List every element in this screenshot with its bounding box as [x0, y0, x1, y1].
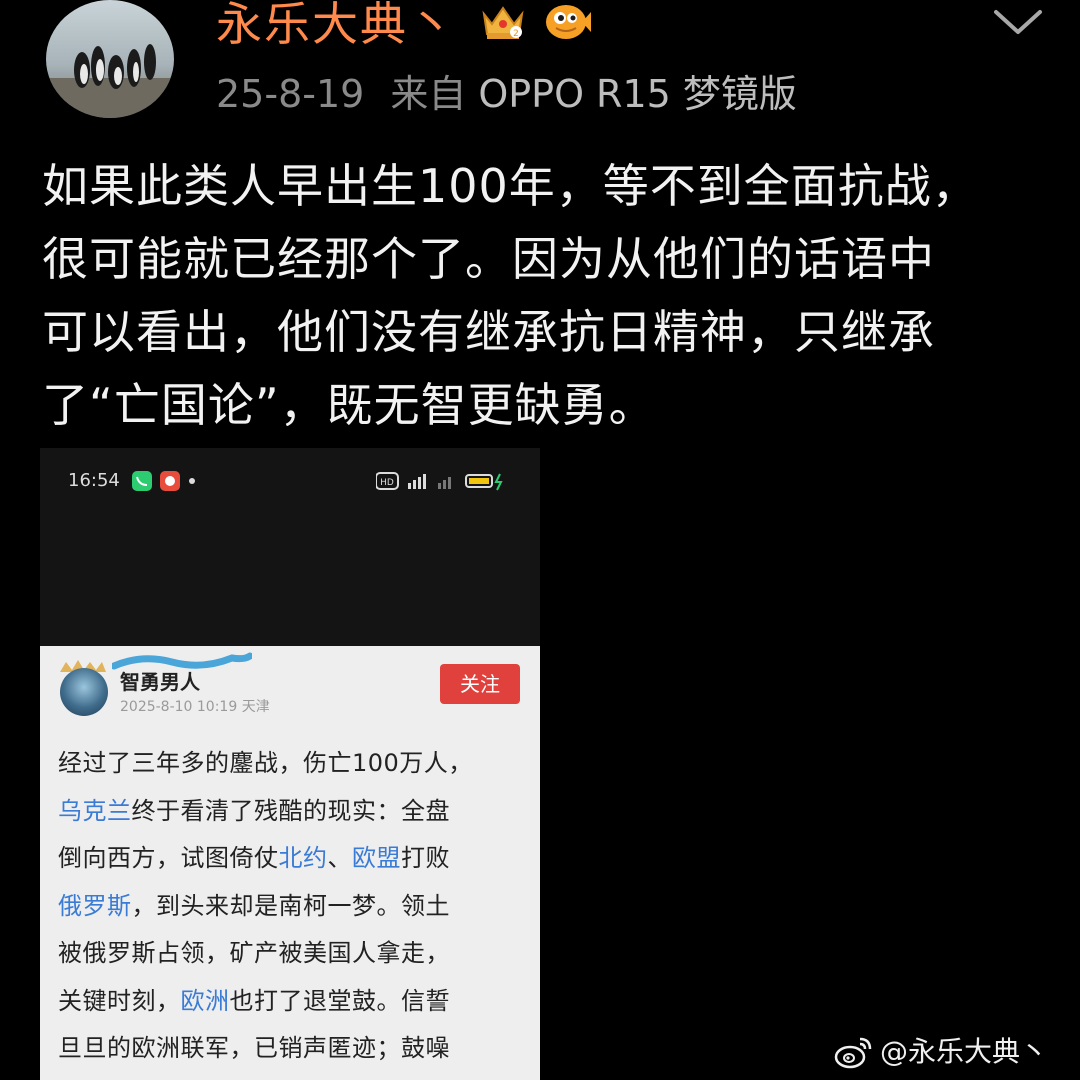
text-segment: 旦旦的欧洲联军，已销声匿迹；鼓噪 — [58, 1034, 450, 1062]
text-segment: 、 — [327, 844, 352, 872]
topic-link[interactable]: 欧洲 — [181, 987, 230, 1015]
embedded-text-line: 倒向西方，试图倚仗北约、欧盟打败 — [58, 835, 528, 883]
embedded-weibo-card: 智勇男人 2025-8-10 10:19 天津 关注 经过了三年多的鏖战，伤亡1… — [40, 646, 540, 1080]
embedded-text-line: 被俄罗斯占领，矿产被美国人拿走， — [58, 930, 528, 978]
embedded-text-line: 俄罗斯，到头来却是南柯一梦。领土 — [58, 883, 528, 931]
text-segment: 终于看清了残酷的现实：全盘 — [131, 796, 450, 825]
watermark-text: @永乐大典丶 — [879, 1035, 1048, 1068]
text-segment: 经过了三年多的鏖战，伤亡100万人， — [58, 749, 473, 777]
text-segment: ，到头来却是南柯一梦。领土 — [131, 891, 450, 920]
post-text-line: 可以看出，他们没有继承抗日精神，只继承 — [42, 305, 935, 359]
embedded-username[interactable]: 智勇男人 — [120, 666, 200, 695]
post-username[interactable]: 永乐大典丶 — [216, 0, 456, 54]
post-body: 如果此类人早出生100年，等不到全面抗战， 很可能就已经那个了。因为从他们的话语… — [42, 150, 1052, 442]
embedded-text-line: 旦旦的欧洲联军，已销声匿迹；鼓噪 — [58, 1025, 528, 1073]
text-segment: 被俄罗斯占领，矿产被美国人拿走， — [58, 939, 450, 967]
topic-link[interactable]: 俄罗斯 — [58, 892, 132, 920]
post-text-line: 如果此类人早出生100年，等不到全面抗战， — [42, 159, 979, 213]
post-source-prefix: 来自 — [390, 72, 467, 116]
status-time: 16:54 — [68, 470, 120, 491]
status-bar: 16:54 HD — [40, 466, 540, 500]
embedded-post-body: 经过了三年多的鏖战，伤亡100万人， 乌克兰终于看清了残酷的现实：全盘 倒向西方，试… — [58, 740, 528, 1073]
svg-text:2: 2 — [513, 29, 519, 39]
post-device: OPPO R15 梦镜版 — [478, 72, 797, 116]
topic-link[interactable]: 欧盟 — [352, 844, 401, 872]
hd-text: HD — [380, 478, 394, 488]
weibo-watermark: @永乐大典丶 — [834, 1032, 1048, 1072]
embedded-text-line: 经过了三年多的鏖战，伤亡100万人， — [58, 740, 528, 788]
embedded-screenshot-image[interactable]: 16:54 HD 智勇男人 2025-8-10 10:19 天津 关注 经过了三… — [40, 448, 540, 1080]
post-date: 25-8-19 — [216, 72, 365, 116]
weibo-logo-icon — [834, 1037, 872, 1069]
crown-badge-icon: 2 — [478, 0, 528, 44]
embedded-timestamp: 2025-8-10 10:19 天津 — [120, 699, 270, 715]
embedded-text-line: 关键时刻，欧洲也打了退堂鼓。信誓 — [58, 978, 528, 1026]
user-avatar[interactable] — [46, 0, 174, 118]
follow-button[interactable]: 关注 — [440, 664, 520, 704]
text-segment: 打败 — [401, 844, 450, 872]
embedded-user-avatar[interactable] — [60, 668, 108, 716]
chevron-down-icon[interactable] — [990, 4, 1046, 40]
fish-badge-icon — [542, 0, 592, 44]
post-meta: 25-8-19 来自 OPPO R15 梦镜版 — [216, 66, 823, 122]
text-segment: 也打了退堂鼓。信誓 — [229, 986, 450, 1015]
post-text-line: 很可能就已经那个了。因为从他们的话语中 — [42, 232, 935, 286]
text-segment: 关键时刻， — [58, 986, 181, 1015]
topic-link[interactable]: 北约 — [279, 844, 328, 872]
post-text-line: 了“亡国论”，既无智更缺勇。 — [42, 378, 656, 432]
embedded-text-line: 乌克兰终于看清了残酷的现实：全盘 — [58, 788, 528, 836]
topic-link[interactable]: 乌克兰 — [58, 797, 132, 825]
status-app-icons — [128, 469, 218, 498]
status-system-icons: HD — [375, 469, 516, 498]
text-segment: 倒向西方，试图倚仗 — [58, 844, 279, 872]
weibo-post-page: 永乐大典丶 2 25-8-19 来自 OPPO R15 梦镜版 如果此类人早出生… — [0, 0, 1080, 1080]
